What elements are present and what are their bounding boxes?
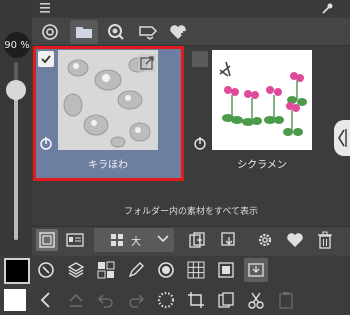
main-color-swatch[interactable] <box>4 258 30 284</box>
loading-icon <box>157 291 175 309</box>
copy-icon <box>217 291 235 309</box>
film-icon <box>217 261 235 279</box>
settings-button[interactable] <box>254 229 276 251</box>
pencil-icon <box>127 261 145 279</box>
zoom-badge[interactable]: 90 % <box>4 32 30 58</box>
material-type-icon-2 <box>194 136 206 150</box>
loading-button[interactable] <box>156 290 176 310</box>
tab-lasso[interactable] <box>36 20 64 44</box>
heart-plus-icon <box>168 23 188 41</box>
redo-button[interactable] <box>126 290 146 310</box>
list-view-button[interactable] <box>64 229 86 251</box>
grid-icon <box>187 261 205 279</box>
paste-material-button[interactable] <box>186 229 208 251</box>
trash-icon <box>317 231 333 249</box>
select-checkbox-cyclamen[interactable] <box>192 51 208 67</box>
material-thumbnail-cyclamen <box>212 50 312 150</box>
pencil-button[interactable] <box>126 260 146 280</box>
no-entry-button[interactable] <box>36 260 56 280</box>
undo-icon <box>67 291 85 309</box>
status-text: フォルダー内の素材をすべて表示 <box>123 207 258 217</box>
download-button[interactable] <box>244 258 268 282</box>
check-icon <box>40 53 52 65</box>
thumbnail-view-icon <box>39 232 55 248</box>
list-view-icon <box>66 233 84 247</box>
circle-icon <box>157 261 175 279</box>
size-slider-fill <box>14 92 18 240</box>
undo-arrow-icon <box>97 291 115 309</box>
back-button[interactable] <box>36 290 56 310</box>
grid-size-icon <box>110 233 124 247</box>
panel-side-handle[interactable] <box>334 120 350 156</box>
grid-button[interactable] <box>186 260 206 280</box>
search-icon <box>107 23 125 41</box>
redo-arrow-icon <box>127 291 145 309</box>
folder-icon <box>75 24 93 40</box>
tab-tag[interactable] <box>134 20 162 44</box>
paste-button[interactable] <box>276 290 296 310</box>
sub-color-swatch[interactable] <box>4 289 26 311</box>
open-external-icon[interactable] <box>138 54 156 72</box>
panel-topbar <box>32 0 350 18</box>
tag-icon <box>138 24 158 40</box>
tab-search[interactable] <box>102 20 130 44</box>
chevron-down-icon[interactable] <box>156 234 170 244</box>
layers-icon <box>67 261 85 279</box>
lasso-icon <box>41 23 59 41</box>
material-name-kirahowa: キラほわ <box>88 160 128 171</box>
favorite-button[interactable] <box>284 229 306 251</box>
tiles-button[interactable] <box>96 260 116 280</box>
paste-icon <box>188 231 206 249</box>
scissors-icon <box>247 291 265 309</box>
crop-icon <box>187 291 205 309</box>
thumbnail-view-button[interactable] <box>36 229 58 251</box>
tab-folder[interactable] <box>70 20 98 44</box>
cut-button[interactable] <box>246 290 266 310</box>
tiles-icon <box>97 261 115 279</box>
replace-material-button[interactable] <box>218 229 240 251</box>
undo-button[interactable] <box>96 290 116 310</box>
heart-icon <box>286 232 304 248</box>
pin-icon[interactable] <box>320 2 334 16</box>
clipboard-icon <box>277 291 295 309</box>
material-name-cyclamen: シクラメン <box>237 160 287 171</box>
select-checkbox-kirahowa[interactable] <box>38 51 54 67</box>
gear-icon <box>256 231 274 249</box>
copy-button[interactable] <box>216 290 236 310</box>
delete-button[interactable] <box>314 229 336 251</box>
layers-button[interactable] <box>66 260 86 280</box>
undo-disabled-button[interactable] <box>66 290 86 310</box>
back-icon <box>39 291 53 309</box>
material-type-icon <box>40 136 52 150</box>
size-slider-knob[interactable] <box>6 80 26 100</box>
crop-button[interactable] <box>186 290 206 310</box>
menu-icon[interactable] <box>38 2 52 14</box>
material-panel: 90 % キラほわ シクラメン フォルダー内の素材をすべて表示 大 <box>0 0 350 315</box>
download-icon <box>247 261 265 279</box>
tab-favorites[interactable] <box>164 20 192 44</box>
no-entry-icon <box>37 261 55 279</box>
film-button[interactable] <box>216 260 236 280</box>
circle-button[interactable] <box>156 260 176 280</box>
replace-icon <box>220 231 238 249</box>
thumbnail-size-label: 大 <box>131 237 141 248</box>
